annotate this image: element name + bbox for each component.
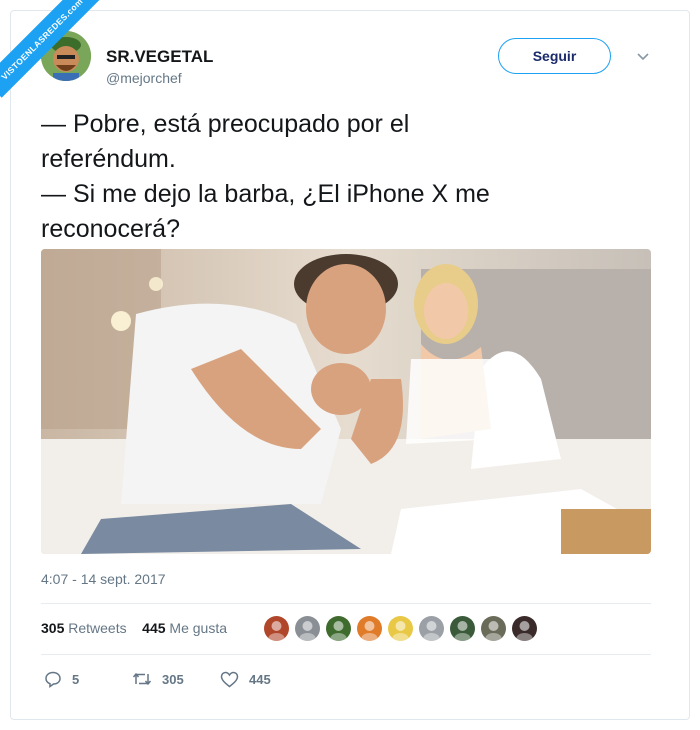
tweet-timestamp[interactable]: 4:07 - 14 sept. 2017 <box>41 571 166 587</box>
divider <box>41 654 651 655</box>
like-count: 445 <box>249 671 271 687</box>
tweet-line: referéndum. <box>41 145 176 173</box>
liker-avatar[interactable] <box>481 616 506 641</box>
liker-avatar[interactable] <box>450 616 475 641</box>
liker-avatars <box>264 616 537 642</box>
liker-avatar[interactable] <box>264 616 289 641</box>
liker-avatar[interactable] <box>357 616 382 641</box>
engagement-stats: 305 Retweets 445 Me gusta <box>41 620 227 636</box>
liker-avatar[interactable] <box>295 616 320 641</box>
tweet-card: SR.VEGETAL @mejorchef Seguir — Pobre, es… <box>10 10 690 720</box>
retweets-label: Retweets <box>68 620 127 636</box>
tweet-actions: 5 305 445 <box>44 670 271 688</box>
tweet-line: — Si me dejo la barba, ¿El iPhone X me <box>41 180 490 208</box>
divider <box>41 603 651 604</box>
retweet-stat[interactable]: 305 Retweets <box>41 620 127 636</box>
follow-button[interactable]: Seguir <box>498 38 611 74</box>
display-name[interactable]: SR.VEGETAL <box>106 47 213 67</box>
tweet-photo[interactable] <box>41 249 651 554</box>
tweet-text: — Pobre, está preocupado por el referénd… <box>41 107 661 247</box>
tweet-line: reconocerá? <box>41 215 180 243</box>
tweet-line: — Pobre, está preocupado por el <box>41 110 410 138</box>
retweets-count: 305 <box>41 620 65 636</box>
liker-avatar[interactable] <box>388 616 413 641</box>
reply-button[interactable]: 5 <box>44 670 132 688</box>
likes-label: Me gusta <box>169 620 228 636</box>
chevron-down-icon[interactable] <box>635 51 651 63</box>
reply-icon <box>45 671 61 688</box>
likes-stat[interactable]: 445 Me gusta <box>142 620 227 636</box>
liker-avatar[interactable] <box>326 616 351 641</box>
retweet-button[interactable]: 305 <box>132 671 220 687</box>
retweet-count: 305 <box>162 671 184 687</box>
user-handle[interactable]: @mejorchef <box>106 70 182 86</box>
like-button[interactable]: 445 <box>220 671 271 688</box>
likes-count: 445 <box>142 620 166 636</box>
retweet-icon <box>132 672 152 686</box>
liker-avatar[interactable] <box>419 616 444 641</box>
liker-avatar[interactable] <box>512 616 537 641</box>
heart-icon <box>220 671 239 687</box>
reply-count: 5 <box>72 671 80 687</box>
